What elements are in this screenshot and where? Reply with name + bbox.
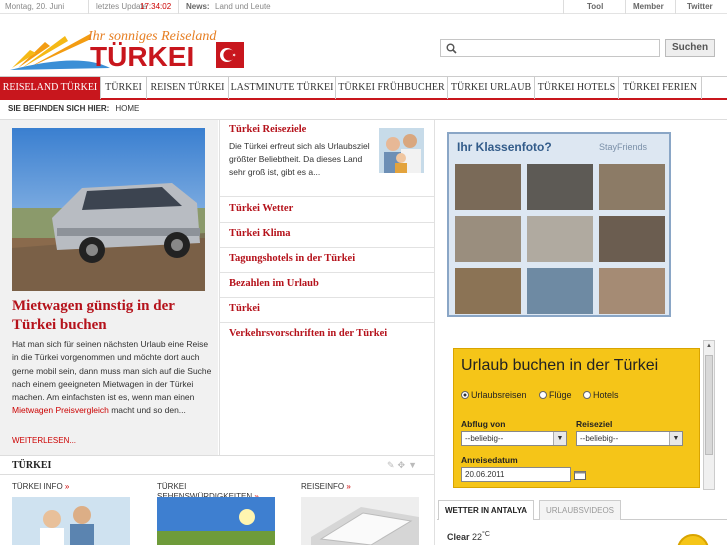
nav-item-reisen-tuerkei[interactable]: REISEN TÜRKEI	[147, 77, 229, 99]
anreisedatum-input[interactable]: 20.06.2011	[461, 467, 571, 482]
reiseziele-description: Die Türkei erfreut sich als Urlaubsziel …	[229, 141, 370, 178]
abflug-label: Abflug von	[461, 419, 506, 429]
nav-item-tuerkei-ferien[interactable]: TÜRKEI FERIEN	[619, 77, 702, 99]
abflug-select[interactable]: --beliebig-- ▼	[461, 431, 567, 446]
sun-icon	[671, 528, 715, 545]
logo-wordmark: TÜRKEI	[90, 41, 194, 72]
feature-article: Mietwagen günstig in der Türkei buchen H…	[0, 120, 218, 455]
radio-urlaubsreisen[interactable]: Urlaubsreisen	[461, 390, 527, 400]
weather-condition: Clear 22°C	[447, 531, 490, 542]
link-verkehrsvorschriften[interactable]: Verkehrsvorschriften in der Türkei	[229, 328, 387, 339]
family-photo[interactable]	[379, 128, 424, 173]
feature-inline-link[interactable]: Mietwagen Preisvergleich	[12, 405, 109, 415]
nav-item-tuerkei-hotels[interactable]: TÜRKEI HOTELS	[535, 77, 619, 99]
nav-item-reiseland-tuerkei[interactable]: REISELAND TÜRKEI	[0, 77, 101, 99]
link-tuerkei-klima[interactable]: Türkei Klima	[229, 228, 291, 239]
reiseziel-select[interactable]: --beliebig-- ▼	[576, 431, 683, 446]
search-input[interactable]	[440, 39, 660, 57]
calendar-icon[interactable]	[574, 470, 586, 480]
reiseziel-label: Reiseziel	[576, 419, 613, 429]
tuerkei-section-header: TÜRKEI ✎✥▼	[0, 455, 434, 475]
booking-widget: Urlaub buchen in der Türkei Urlaubsreise…	[453, 348, 700, 488]
breadcrumb-label: SIE BEFINDEN SICH HIER:	[8, 104, 110, 113]
feature-text: Hat man sich für seinen nächsten Urlaub …	[12, 339, 212, 416]
main-nav: REISELAND TÜRKEI TÜRKEI REISEN TÜRKEI LA…	[0, 76, 727, 100]
ad-brand: StayFriends	[599, 142, 648, 152]
search-icon	[446, 43, 457, 54]
search-button[interactable]: Suchen	[665, 39, 715, 57]
feature-title-link[interactable]: Mietwagen günstig in der Türkei buchen	[12, 297, 212, 335]
update-time: 17:34:02	[140, 2, 172, 11]
section-tools[interactable]: ✎✥▼	[387, 460, 420, 471]
tuerkei-info-link[interactable]: TÜRKEI INFO »	[12, 482, 69, 492]
wrench-icon[interactable]: ✎	[387, 460, 398, 470]
date-text: Montag, 20. Juni	[5, 2, 65, 11]
weather-temperature: 22	[472, 532, 483, 542]
top-link-tool[interactable]: Tool	[587, 2, 603, 11]
section-title: TÜRKEI	[12, 460, 52, 471]
move-icon[interactable]: ✥	[398, 460, 409, 470]
top-info-bar: Montag, 20. Juni letztes Update 17:34:02…	[0, 0, 727, 14]
link-bezahlen-im-urlaub[interactable]: Bezahlen im Urlaub	[229, 278, 319, 289]
chevron-down-icon: ▼	[553, 432, 566, 445]
stayfriends-ad[interactable]: Ihr Klassenfoto? StayFriends	[447, 132, 671, 317]
class-photos-grid	[455, 164, 665, 314]
nav-item-lastminute-tuerkei[interactable]: LASTMINUTE TÜRKEI	[229, 77, 336, 99]
top-link-twitter[interactable]: Twitter	[687, 2, 713, 11]
scroll-up-icon[interactable]: ▲	[705, 342, 713, 350]
top-link-member[interactable]: Member	[633, 2, 664, 11]
turkey-flag-icon	[216, 42, 244, 68]
reiseinfo-link[interactable]: REISEINFO »	[301, 482, 351, 492]
breadcrumb-home-link[interactable]: HOME	[115, 104, 139, 113]
family-thumbnail[interactable]	[12, 497, 130, 545]
link-tagungshotels[interactable]: Tagungshotels in der Türkei	[229, 253, 355, 264]
link-tuerkei-wetter[interactable]: Türkei Wetter	[229, 203, 293, 214]
nav-item-tuerkei-urlaub[interactable]: TÜRKEI URLAUB	[448, 77, 535, 99]
link-tuerkei-reiseziele[interactable]: Türkei Reiseziele	[229, 124, 306, 135]
link-tuerkei[interactable]: Türkei	[229, 303, 260, 314]
chevron-right-icon: »	[346, 482, 351, 491]
nav-item-tuerkei-fruehbucher[interactable]: TÜRKEI FRÜHBUCHER	[336, 77, 448, 99]
scroll-thumb[interactable]	[705, 355, 713, 455]
breadcrumb: SIE BEFINDEN SICH HIER: HOME	[8, 104, 139, 113]
nav-item-tuerkei[interactable]: TÜRKEI	[101, 77, 147, 99]
news-ticker-link[interactable]: Land und Leute	[215, 2, 271, 11]
chevron-right-icon: »	[64, 482, 70, 491]
tab-wetter-antalya[interactable]: WETTER IN ANTALYA	[438, 500, 535, 520]
booking-scrollbar[interactable]: ▲	[703, 340, 715, 490]
booking-title: Urlaub buchen in der Türkei	[461, 357, 659, 374]
sights-thumbnail[interactable]	[157, 497, 275, 545]
tab-urlaubsvideos[interactable]: URLAUBSVIDEOS	[539, 500, 622, 520]
anreisedatum-label: Anreisedatum	[461, 455, 518, 465]
radio-hotels[interactable]: Hotels	[583, 390, 619, 400]
read-more-link[interactable]: WEITERLESEN...	[12, 436, 76, 445]
ad-title: Ihr Klassenfoto?	[457, 140, 552, 154]
radio-fluege[interactable]: Flüge	[539, 390, 572, 400]
feature-car-image[interactable]	[12, 128, 205, 291]
site-logo[interactable]: Ihr sonniges Reiseland TÜRKEI	[10, 22, 250, 72]
news-label: News:	[186, 2, 210, 11]
weather-tabs: WETTER IN ANTALYA URLAUBSVIDEOS	[437, 500, 727, 520]
chevron-down-icon: ▼	[669, 432, 682, 445]
laptop-thumbnail[interactable]	[301, 497, 419, 545]
collapse-icon[interactable]: ▼	[408, 460, 420, 470]
